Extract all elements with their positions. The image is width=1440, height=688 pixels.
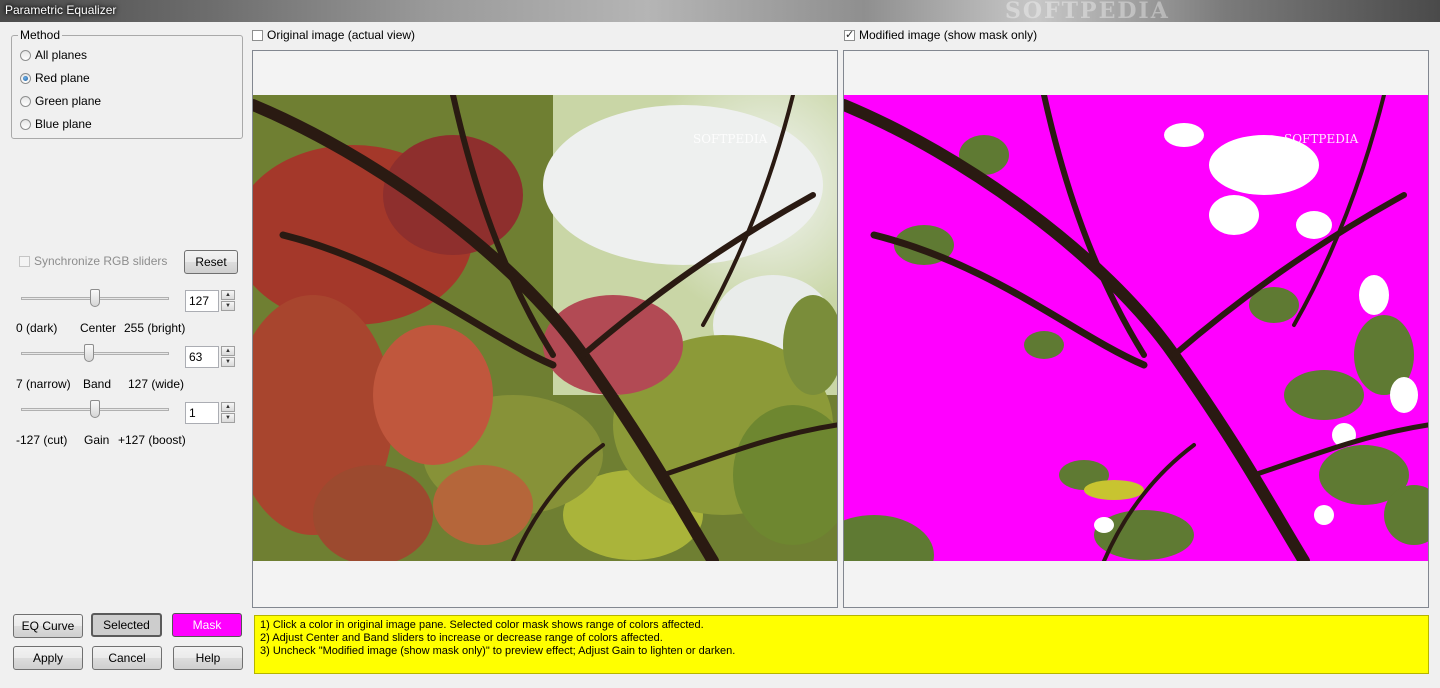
reset-button[interactable]: Reset	[184, 250, 238, 274]
original-image-pane[interactable]: SOFTPEDIA	[252, 50, 838, 608]
gain-slider[interactable]	[21, 399, 169, 419]
original-image[interactable]: SOFTPEDIA	[253, 95, 837, 561]
sync-rgb-box[interactable]	[19, 255, 30, 267]
title-bar[interactable]: Parametric Equalizer SOFTPEDIA	[0, 0, 1440, 24]
center-slider-thumb[interactable]	[90, 289, 100, 307]
radio-all-planes[interactable]: All planes	[20, 47, 87, 63]
center-min-label: 0 (dark)	[16, 321, 58, 335]
center-slider[interactable]	[21, 288, 169, 308]
gain-value-input[interactable]: 1	[185, 402, 219, 424]
band-value-input[interactable]: 63	[185, 346, 219, 368]
band-up-arrow-icon[interactable]: ▲	[221, 346, 235, 356]
instruction-line: 2) Adjust Center and Band sliders to inc…	[260, 632, 663, 644]
eq-curve-button[interactable]: EQ Curve	[13, 614, 83, 638]
center-value-input[interactable]: 127	[185, 290, 219, 312]
radio-blue-plane[interactable]: Blue plane	[20, 116, 92, 132]
gain-down-arrow-icon[interactable]: ▼	[221, 413, 235, 423]
center-down-arrow-icon[interactable]: ▼	[221, 301, 235, 311]
sync-rgb-checkbox[interactable]: Synchronize RGB sliders	[19, 253, 167, 269]
window-title: Parametric Equalizer	[5, 3, 117, 17]
modified-image-pane[interactable]: SOFTPEDIA	[843, 50, 1429, 608]
radio-all-planes-dot[interactable]	[20, 49, 31, 61]
original-image-checkbox[interactable]: Original image (actual view)	[252, 27, 415, 43]
gain-slider-thumb[interactable]	[90, 400, 100, 418]
radio-red-plane-dot[interactable]	[20, 72, 31, 84]
original-image-label: Original image (actual view)	[267, 28, 416, 42]
radio-green-plane-label: Green plane	[35, 94, 102, 108]
gain-min-label: -127 (cut)	[16, 433, 68, 447]
modified-image-label: Modified image (show mask only)	[859, 28, 1038, 42]
radio-all-planes-label: All planes	[35, 48, 88, 62]
selected-button[interactable]: Selected	[91, 613, 162, 637]
instructions-panel: 1) Click a color in original image pane.…	[254, 615, 1429, 674]
gain-max-label: +127 (boost)	[118, 433, 186, 447]
center-up-arrow-icon[interactable]: ▲	[221, 290, 235, 300]
sync-rgb-label: Synchronize RGB sliders	[34, 254, 168, 268]
apply-button[interactable]: Apply	[13, 646, 83, 670]
band-slider-track[interactable]	[21, 352, 169, 355]
modified-image-checkbox[interactable]: Modified image (show mask only)	[844, 27, 1037, 43]
band-slider[interactable]	[21, 343, 169, 363]
center-name-label: Center	[80, 321, 117, 335]
gain-name-label: Gain	[84, 433, 110, 447]
radio-blue-plane-dot[interactable]	[20, 118, 31, 130]
mask-button[interactable]: Mask	[172, 613, 242, 637]
modified-image-watermark: SOFTPEDIA	[1284, 132, 1359, 146]
modified-image-box[interactable]	[844, 28, 855, 41]
band-down-arrow-icon[interactable]: ▼	[221, 357, 235, 367]
radio-green-plane[interactable]: Green plane	[20, 93, 101, 109]
gain-up-arrow-icon[interactable]: ▲	[221, 402, 235, 412]
help-button[interactable]: Help	[173, 646, 243, 670]
center-max-label: 255 (bright)	[124, 321, 186, 335]
band-min-label: 7 (narrow)	[16, 377, 71, 391]
radio-green-plane-dot[interactable]	[20, 95, 31, 107]
modified-image[interactable]: SOFTPEDIA	[844, 95, 1428, 561]
original-image-box[interactable]	[252, 29, 263, 41]
radio-red-plane[interactable]: Red plane	[20, 70, 90, 86]
radio-blue-plane-label: Blue plane	[35, 117, 92, 131]
band-name-label: Band	[83, 377, 112, 391]
cancel-button[interactable]: Cancel	[92, 646, 162, 670]
original-image-watermark: SOFTPEDIA	[693, 132, 768, 146]
radio-red-plane-label: Red plane	[35, 71, 90, 85]
dialog-client: Method All planes Red plane Green plane …	[0, 22, 1440, 688]
method-legend: Method	[18, 28, 63, 42]
band-max-label: 127 (wide)	[128, 377, 185, 391]
titlebar-watermark: SOFTPEDIA	[1005, 0, 1170, 24]
instruction-line: 1) Click a color in original image pane.…	[260, 619, 704, 631]
instruction-line: 3) Uncheck "Modified image (show mask on…	[260, 645, 736, 657]
band-slider-thumb[interactable]	[84, 344, 95, 362]
method-groupbox: Method All planes Red plane Green plane …	[11, 28, 243, 139]
